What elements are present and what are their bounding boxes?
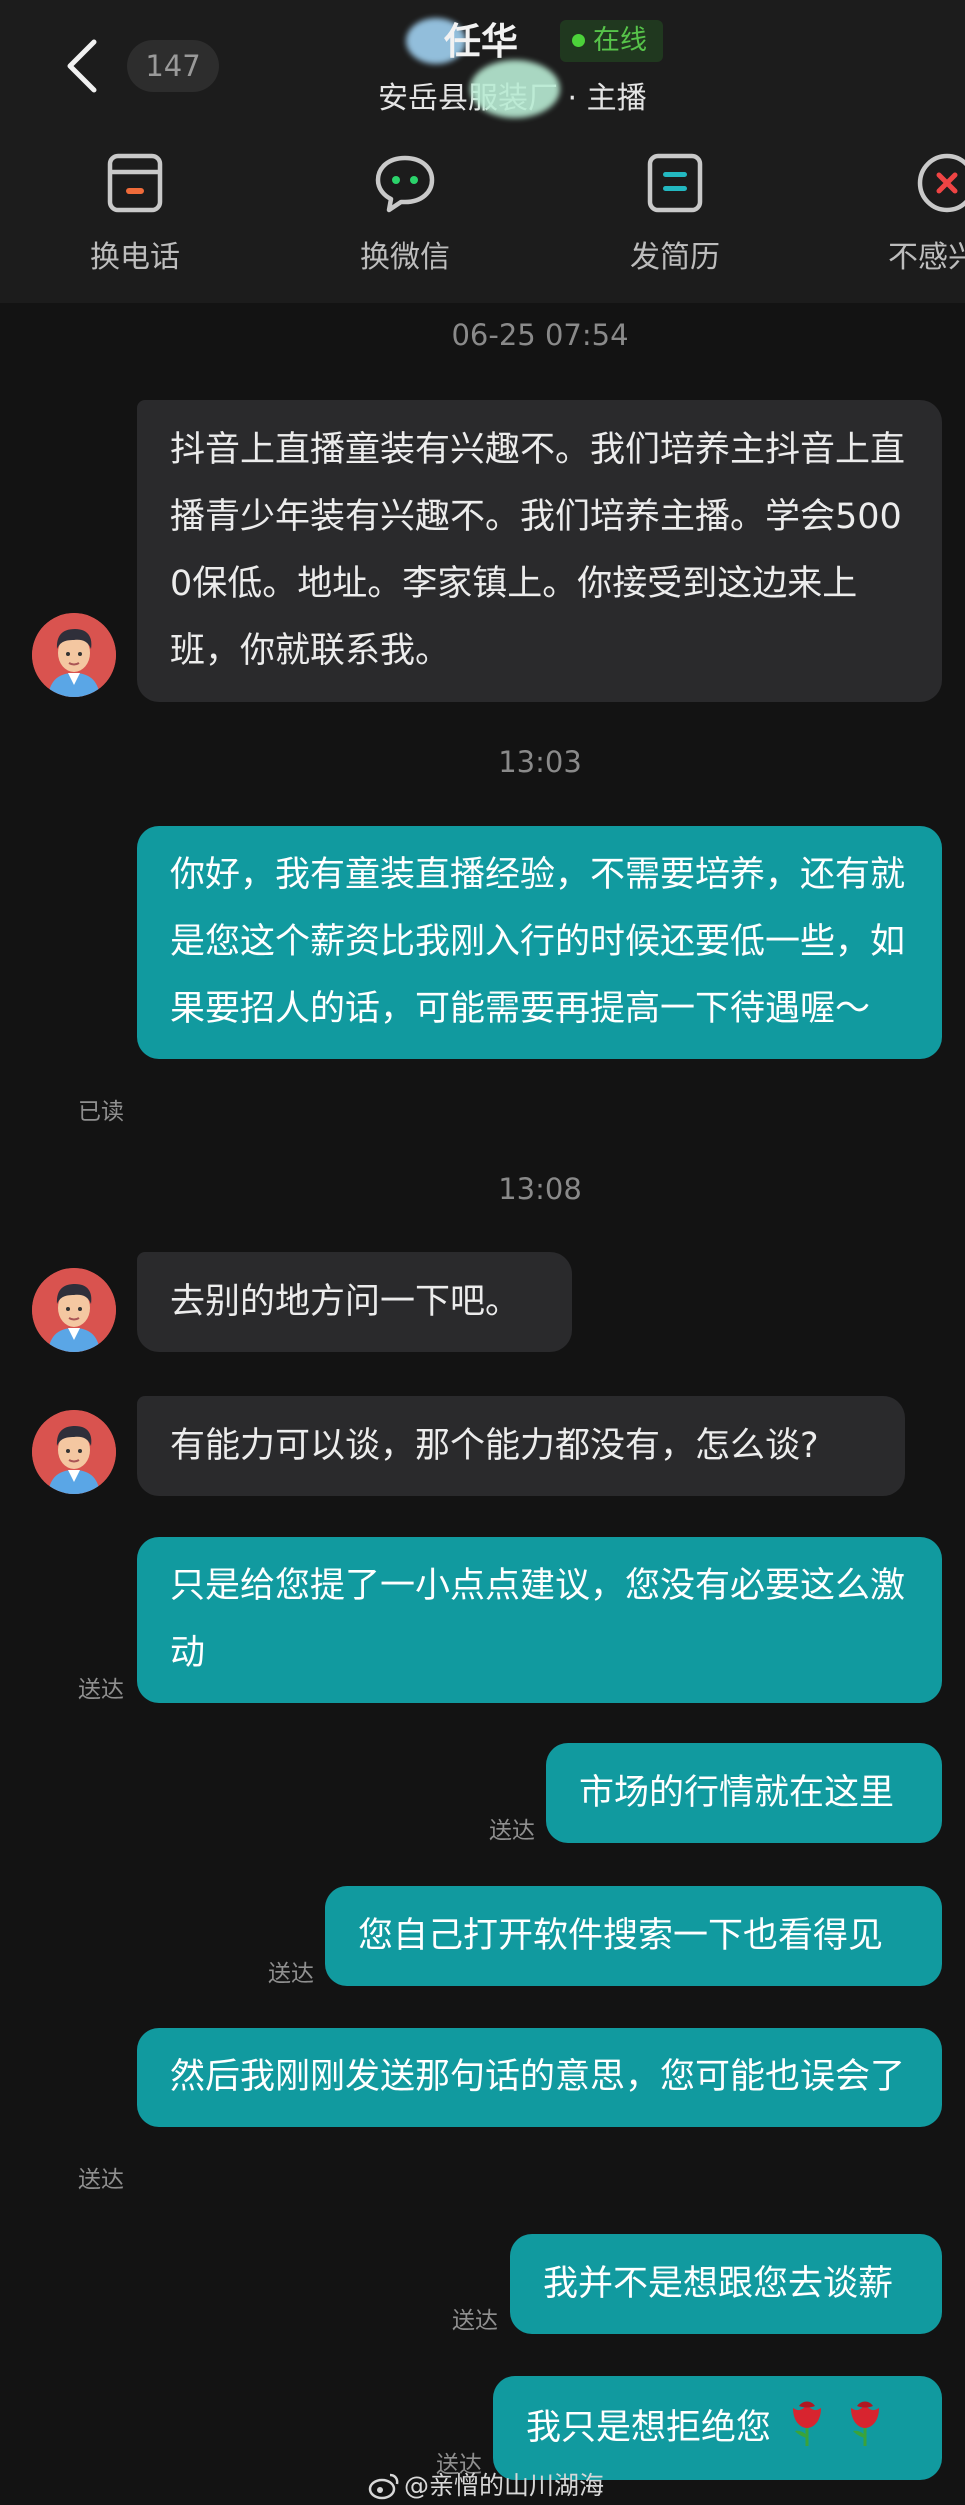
delivery-status: 送达	[452, 2308, 498, 2334]
online-status-text: 在线	[593, 25, 647, 56]
rose-icon	[793, 2401, 822, 2446]
exchange-phone-button[interactable]: 换电话	[35, 150, 235, 276]
action-label: 换电话	[90, 240, 180, 275]
delivery-status: 送达	[489, 1818, 535, 1844]
action-label: 换微信	[360, 240, 450, 275]
rose-icon	[851, 2401, 880, 2446]
not-interested-button[interactable]: 不感兴	[842, 150, 965, 276]
contact-name: 任华	[444, 20, 518, 63]
exchange-wechat-button[interactable]: 换微信	[305, 150, 505, 276]
weibo-icon	[368, 2473, 399, 2500]
chevron-left-icon	[67, 39, 97, 93]
weibo-watermark: @亲憎的山川湖海	[368, 2466, 604, 2502]
outgoing-message[interactable]: 我并不是想跟您去谈薪	[510, 2234, 942, 2334]
outgoing-message[interactable]: 你好，我有童装直播经验，不需要培养，还有就是您这个薪资比我刚入行的时候还要低一些…	[137, 826, 942, 1059]
outgoing-message[interactable]: 您自己打开软件搜索一下也看得见	[325, 1886, 942, 1986]
outgoing-message[interactable]: 市场的行情就在这里	[546, 1743, 942, 1843]
incoming-message[interactable]: 有能力可以谈，那个能力都没有，怎么谈?	[137, 1396, 905, 1496]
online-status-badge: 在线	[560, 20, 663, 62]
wechat-bubble-icon	[372, 150, 438, 216]
send-resume-button[interactable]: 发简历	[575, 150, 775, 276]
online-dot-icon	[572, 34, 585, 47]
action-label: 不感兴	[888, 240, 965, 275]
timestamp: 13:08	[498, 1172, 582, 1206]
avatar[interactable]	[32, 1410, 116, 1494]
privacy-blur	[470, 60, 560, 118]
timestamp: 06-25 07:54	[451, 318, 629, 352]
chat-header: 147 任华 在线 安岳县服装厂 · 主播 换电话 换微信 发简历 不感兴	[0, 0, 965, 303]
action-bar: 换电话 换微信 发简历 不感兴	[0, 150, 965, 280]
avatar[interactable]	[32, 613, 116, 697]
back-button[interactable]	[60, 36, 106, 96]
recruiter-avatar-icon	[32, 1410, 116, 1494]
unread-count-badge[interactable]: 147	[127, 40, 219, 92]
delivery-status: 送达	[78, 2167, 124, 2193]
resume-icon	[642, 150, 708, 216]
phone-card-icon	[102, 150, 168, 216]
recruiter-avatar-icon	[32, 613, 116, 697]
watermark-text: @亲憎的山川湖海	[404, 2471, 605, 2500]
action-label: 发简历	[630, 240, 720, 275]
message-text: 我只是想拒绝您	[526, 2408, 772, 2448]
not-interested-icon	[914, 150, 965, 216]
avatar[interactable]	[32, 1268, 116, 1352]
incoming-message[interactable]: 抖音上直播童装有兴趣不。我们培养主抖音上直播青少年装有兴趣不。我们培养主播。学会…	[137, 400, 942, 702]
timestamp: 13:03	[498, 745, 582, 779]
outgoing-message[interactable]: 然后我刚刚发送那句话的意思，您可能也误会了	[137, 2028, 942, 2127]
delivery-status: 送达	[268, 1961, 314, 1987]
outgoing-message[interactable]: 只是给您提了一小点点建议，您没有必要这么激动	[137, 1537, 942, 1703]
recruiter-avatar-icon	[32, 1268, 116, 1352]
delivery-status: 送达	[78, 1677, 124, 1703]
outgoing-message[interactable]: 我只是想拒绝您	[493, 2376, 942, 2480]
incoming-message[interactable]: 去别的地方问一下吧。	[137, 1252, 572, 1352]
read-status: 已读	[78, 1099, 124, 1125]
